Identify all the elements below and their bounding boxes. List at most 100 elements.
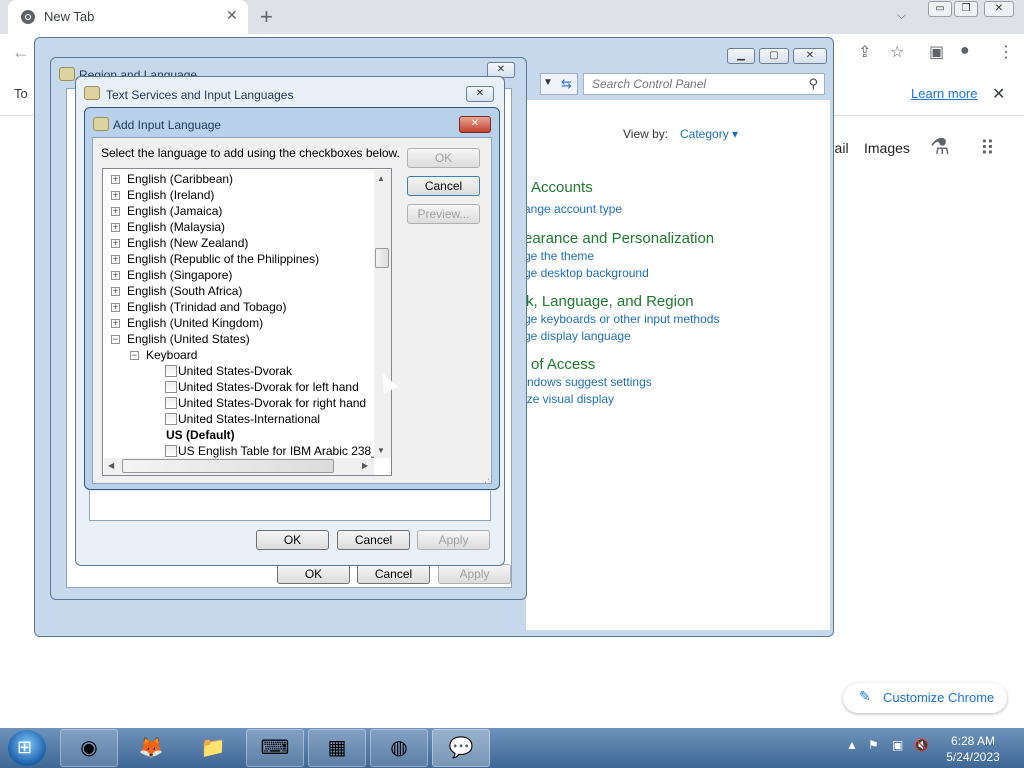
customize-chrome-button[interactable]: ✎ Customize Chrome [843, 683, 1007, 713]
search-icon[interactable]: ⚲ [808, 76, 818, 92]
show-hidden-icons[interactable]: ▲ [846, 738, 858, 752]
add-input-close-button[interactable]: ✕ [459, 116, 491, 133]
expand-plus-icon[interactable]: + [111, 287, 120, 296]
minimize-button[interactable]: ▭ [928, 1, 952, 17]
text-services-ok-button[interactable]: OK [256, 530, 329, 550]
text-services-close-button[interactable]: ✕ [466, 86, 494, 102]
layout-checkbox[interactable] [165, 413, 177, 425]
expand-plus-icon[interactable]: + [111, 207, 120, 216]
horizontal-scroll-thumb[interactable] [122, 459, 334, 473]
google-apps-icon[interactable]: ⠿ [980, 136, 995, 161]
tab-search-icon[interactable]: ⌵ [897, 8, 906, 23]
add-ok-button[interactable]: OK [407, 148, 480, 168]
region-apply-button[interactable]: Apply [438, 564, 511, 584]
tree-item-label: English (Republic of the Philippines) [127, 252, 320, 266]
expand-plus-icon[interactable]: + [111, 303, 120, 312]
cp-close-button[interactable]: ✕ [793, 48, 827, 64]
expand-plus-icon[interactable]: + [111, 319, 120, 328]
cp-link[interactable]: ge display language [524, 329, 631, 343]
action-center-icon[interactable]: ⚑ [868, 738, 879, 752]
scroll-right-icon[interactable]: ▶ [362, 461, 368, 470]
cp-heading-clock-region[interactable]: k, Language, and Region [526, 293, 694, 310]
clock-time: 6:28 AM [950, 734, 996, 748]
tree-item-label: English (United States) [127, 332, 250, 346]
taskbar-region-language[interactable]: 💬 [432, 729, 490, 767]
tree-horizontal-scrollbar[interactable]: ◀ ▶ [104, 458, 374, 475]
expand-plus-icon[interactable]: + [111, 175, 120, 184]
tab-new-tab[interactable]: New Tab ✕ [8, 0, 248, 34]
cp-link[interactable]: ge the theme [524, 249, 594, 263]
globe-icon [59, 67, 75, 81]
tree-item-label: English (South Africa) [127, 284, 243, 298]
language-tree[interactable]: + English (Caribbean) + English (Ireland) + E… [102, 168, 392, 476]
profile-icon[interactable]: ● [960, 42, 970, 60]
preview-button[interactable]: Preview... [407, 204, 480, 224]
tree-item-label: English (Caribbean) [127, 172, 234, 186]
expand-plus-icon[interactable]: + [111, 271, 120, 280]
cp-heading-accounts[interactable]: Accounts [531, 179, 593, 196]
tab-close-icon[interactable]: ✕ [226, 7, 238, 24]
cp-link[interactable]: ange account type [524, 202, 622, 216]
tab-title: New Tab [44, 9, 95, 24]
layout-checkbox[interactable] [165, 397, 177, 409]
cp-search-box[interactable]: Search Control Panel ⚲ [583, 73, 825, 95]
resize-grip-icon[interactable]: ⋰ [484, 474, 493, 485]
collapse-minus-icon[interactable]: − [111, 335, 120, 344]
start-button[interactable]: ⊞ [8, 730, 46, 766]
vertical-scroll-thumb[interactable] [375, 248, 389, 268]
layout-checkbox[interactable] [165, 445, 177, 457]
taskbar-firefox[interactable]: 🦊 [122, 729, 180, 767]
scroll-down-icon[interactable]: ▼ [377, 446, 385, 455]
chrome-tab-strip: New Tab ✕ + ⌵ ▭ ❐ ✕ [0, 0, 1024, 34]
side-panel-icon[interactable]: ▣ [929, 42, 944, 62]
tree-item-label: English (Malaysia) [127, 220, 226, 234]
menu-icon[interactable]: ⋮ [998, 42, 1014, 62]
cp-maximize-button[interactable]: ▢ [759, 48, 789, 64]
expand-plus-icon[interactable]: + [111, 223, 120, 232]
network-icon[interactable]: ▣ [892, 738, 903, 752]
share-icon[interactable]: ⇪ [858, 42, 871, 62]
tree-vertical-scrollbar[interactable]: ▲ ▼ [374, 170, 391, 458]
taskbar-keyboard-settings[interactable]: ⌨ [246, 729, 304, 767]
taskbar-control-panel[interactable]: ▦ [308, 729, 366, 767]
volume-muted-icon[interactable]: 🔇 [914, 738, 929, 752]
learn-more-link[interactable]: Learn more [911, 86, 977, 101]
scroll-up-icon[interactable]: ▲ [377, 174, 385, 183]
layout-checkbox[interactable] [165, 365, 177, 377]
text-services-apply-button[interactable]: Apply [417, 530, 490, 550]
cp-heading-ease-of-access[interactable]: of Access [531, 356, 595, 373]
refresh-icon[interactable]: ⇆ [561, 76, 572, 92]
view-by-dropdown[interactable]: Category ▾ [680, 127, 738, 141]
add-input-title: Add Input Language [113, 118, 222, 132]
collapse-minus-icon[interactable]: − [130, 351, 139, 360]
labs-flask-icon[interactable]: ⚗ [930, 134, 950, 160]
text-services-cancel-button[interactable]: Cancel [337, 530, 410, 550]
taskbar-explorer[interactable]: 📁 [184, 729, 242, 767]
taskbar-chrome[interactable]: ◉ [60, 729, 118, 767]
close-window-button[interactable]: ✕ [984, 1, 1014, 17]
expand-plus-icon[interactable]: + [111, 255, 120, 264]
region-ok-button[interactable]: OK [277, 564, 350, 584]
taskbar-clock[interactable]: 6:28 AM 5/24/2023 [938, 733, 1008, 765]
bookmark-star-icon[interactable]: ☆ [890, 42, 904, 62]
cp-minimize-button[interactable]: ▁ [727, 48, 755, 64]
images-link[interactable]: Images [864, 140, 910, 156]
cp-heading-appearance[interactable]: earance and Personalization [524, 230, 714, 247]
cp-link[interactable]: ize visual display [524, 392, 614, 406]
region-cancel-button[interactable]: Cancel [357, 564, 430, 584]
cp-link[interactable]: ge desktop background [524, 266, 649, 280]
expand-plus-icon[interactable]: + [111, 239, 120, 248]
info-bar-close-icon[interactable]: ✕ [992, 84, 1005, 104]
taskbar-network[interactable]: ◍ [370, 729, 428, 767]
cp-link[interactable]: ge keyboards or other input methods [524, 312, 719, 326]
tree-item-label: United States-Dvorak for right hand [178, 396, 367, 410]
layout-checkbox[interactable] [165, 381, 177, 393]
cp-link[interactable]: ndows suggest settings [527, 375, 652, 389]
expand-plus-icon[interactable]: + [111, 191, 120, 200]
new-tab-button[interactable]: + [260, 4, 273, 30]
scroll-left-icon[interactable]: ◀ [108, 461, 114, 470]
back-arrow-icon[interactable]: ← [12, 42, 30, 63]
restore-button[interactable]: ❐ [954, 1, 978, 17]
add-cancel-button[interactable]: Cancel [407, 176, 480, 196]
address-dropdown-icon[interactable]: ▼ [543, 77, 553, 88]
